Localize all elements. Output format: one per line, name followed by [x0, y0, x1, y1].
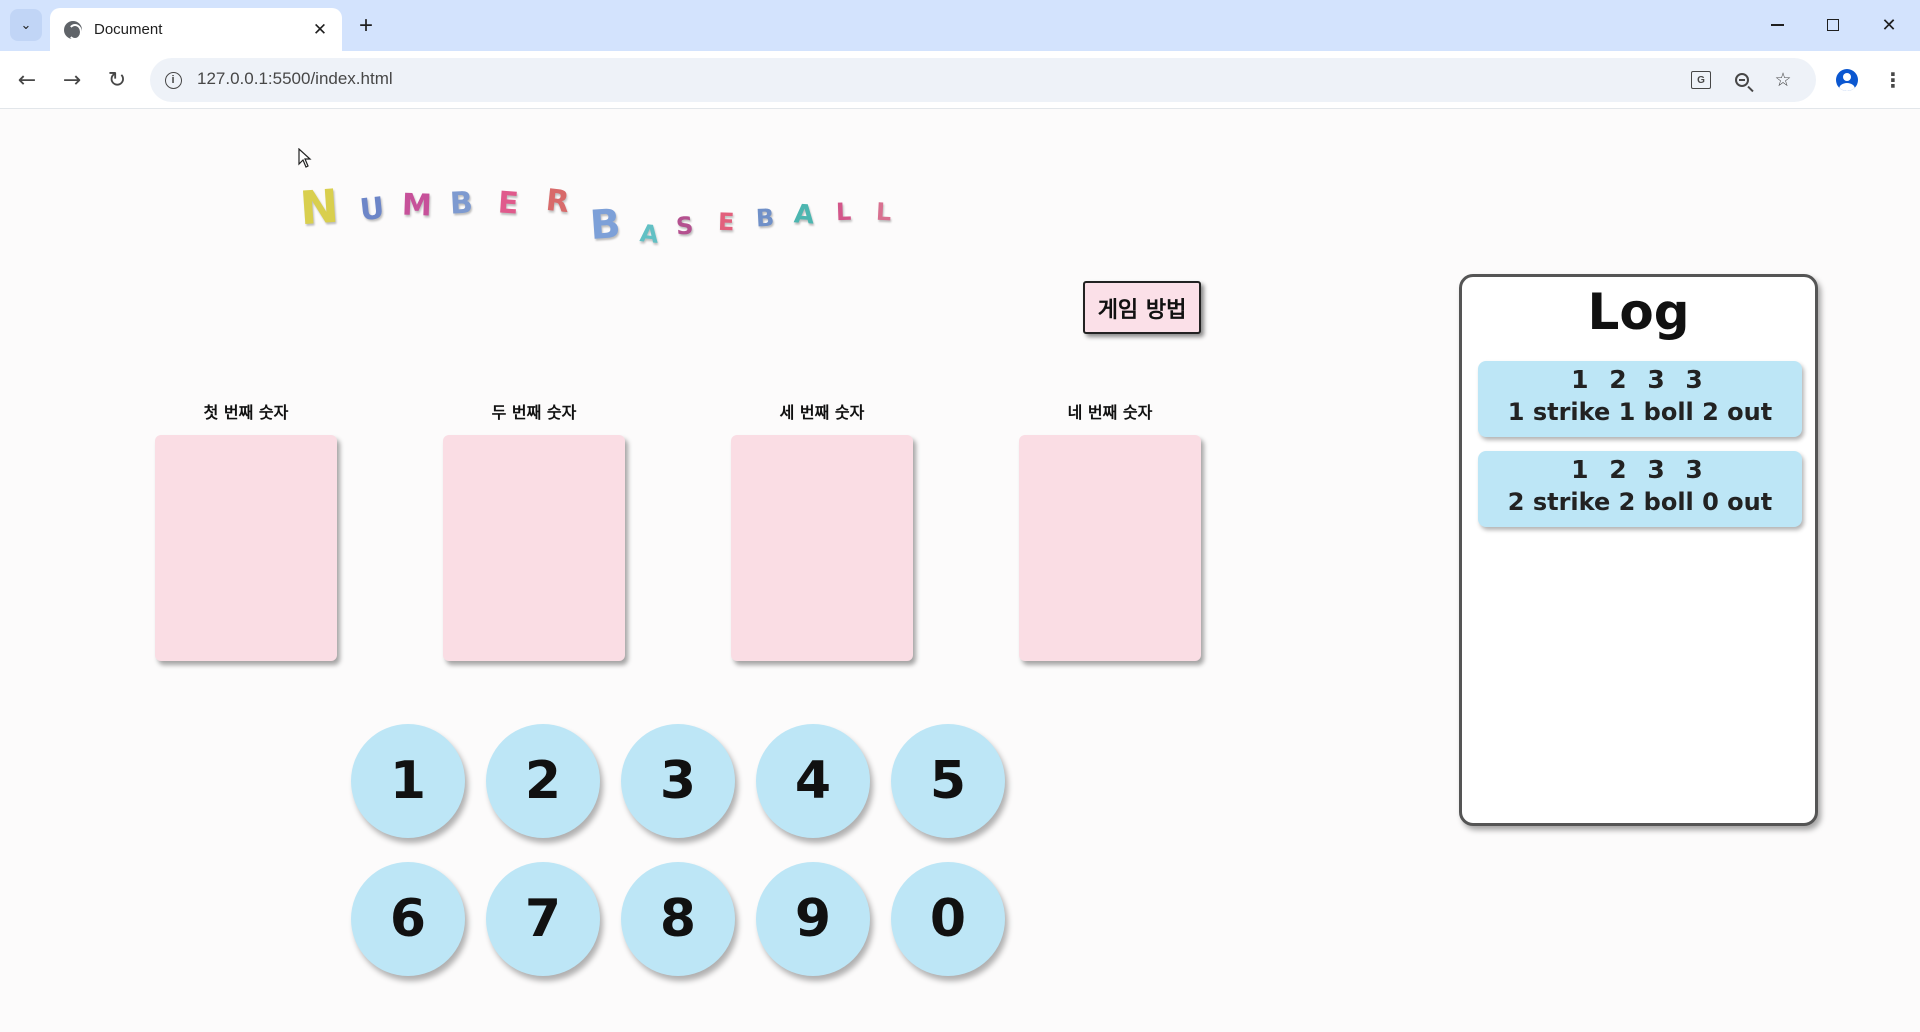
forward-arrow-icon[interactable]: →: [55, 63, 89, 97]
tab-title: Document: [94, 21, 163, 38]
slot-card-4: [1019, 435, 1201, 661]
logo-letter: R: [544, 182, 571, 221]
logo-letter: E: [496, 185, 520, 222]
log-entry-result: 1 strike 1 boll 2 out: [1507, 398, 1773, 426]
log-entry-guess: 1 2 3 3: [1571, 455, 1709, 484]
number-button-5[interactable]: 5: [891, 724, 1005, 838]
logo-number-baseball: NUMBERBASEBALL: [298, 178, 1000, 270]
how-to-play-button[interactable]: 게임 방법: [1083, 281, 1201, 334]
globe-icon: [64, 20, 82, 40]
logo-letter: U: [358, 190, 387, 229]
number-button-4[interactable]: 4: [756, 724, 870, 838]
number-button-0[interactable]: 0: [891, 862, 1005, 976]
mouse-cursor-icon: [298, 148, 312, 168]
site-info-icon[interactable]: i: [159, 66, 187, 94]
logo-letter: A: [638, 219, 660, 249]
back-arrow-icon[interactable]: ←: [10, 63, 44, 97]
slot-label-2: 두 번째 숫자: [491, 403, 577, 422]
logo-letter: L: [875, 197, 893, 227]
new-tab-button[interactable]: +: [352, 12, 380, 40]
number-button-7[interactable]: 7: [486, 862, 600, 976]
log-entry-guess: 1 2 3 3: [1571, 365, 1709, 394]
number-button-2[interactable]: 2: [486, 724, 600, 838]
reload-icon[interactable]: ↻: [100, 63, 134, 97]
browser-toolbar: ← → ↻ i 127.0.0.1:5500/index.html G ☆ ⋮: [0, 51, 1920, 109]
close-icon[interactable]: ✕: [308, 18, 332, 42]
logo-letter: B: [755, 203, 776, 233]
tab-search-button[interactable]: ⌄: [10, 9, 42, 41]
number-button-6[interactable]: 6: [351, 862, 465, 976]
zoom-icon[interactable]: [1728, 66, 1756, 94]
number-button-8[interactable]: 8: [621, 862, 735, 976]
log-entry: 1 2 3 3 2 strike 2 boll 0 out: [1478, 451, 1802, 527]
log-entry: 1 2 3 3 1 strike 1 boll 2 out: [1478, 361, 1802, 437]
maximize-icon[interactable]: [1810, 6, 1856, 44]
number-button-9[interactable]: 9: [756, 862, 870, 976]
translate-icon[interactable]: G: [1687, 66, 1715, 94]
chevron-down-icon: ⌄: [20, 17, 32, 33]
page-content: NUMBERBASEBALL 게임 방법 첫 번째 숫자 두 번째 숫자 세 번…: [0, 110, 1920, 1032]
slot-label-4: 네 번째 숫자: [1067, 403, 1153, 422]
number-button-1[interactable]: 1: [351, 724, 465, 838]
slot-card-2: [443, 435, 625, 661]
profile-icon[interactable]: [1830, 63, 1864, 97]
address-bar[interactable]: i 127.0.0.1:5500/index.html G ☆: [150, 58, 1816, 102]
slot-card-3: [731, 435, 913, 661]
logo-letter: L: [835, 197, 852, 227]
slot-label-1: 첫 번째 숫자: [203, 403, 289, 422]
url-text[interactable]: 127.0.0.1:5500/index.html: [197, 69, 393, 89]
more-vertical-icon[interactable]: ⋮: [1876, 63, 1910, 97]
logo-letter: B: [449, 185, 474, 222]
star-icon[interactable]: ☆: [1769, 66, 1797, 94]
minimize-icon[interactable]: [1754, 6, 1800, 44]
close-window-icon[interactable]: ✕: [1866, 6, 1912, 44]
logo-letter: N: [298, 178, 341, 236]
log-title: Log: [1587, 283, 1690, 341]
log-entry-result: 2 strike 2 boll 0 out: [1507, 488, 1773, 516]
logo-letter: A: [792, 199, 816, 231]
logo-letter: B: [588, 200, 623, 250]
logo-letter: M: [401, 187, 433, 224]
logo-letter: S: [675, 211, 695, 241]
log-panel: Log 1 2 3 3 1 strike 1 boll 2 out 1 2 3 …: [1459, 274, 1818, 826]
browser-tab-strip: ⌄ Document ✕ + ✕: [0, 0, 1920, 51]
browser-tab[interactable]: Document ✕: [50, 8, 342, 51]
slot-label-3: 세 번째 숫자: [779, 403, 865, 422]
slot-card-1: [155, 435, 337, 661]
number-button-3[interactable]: 3: [621, 724, 735, 838]
logo-letter: E: [717, 207, 735, 237]
